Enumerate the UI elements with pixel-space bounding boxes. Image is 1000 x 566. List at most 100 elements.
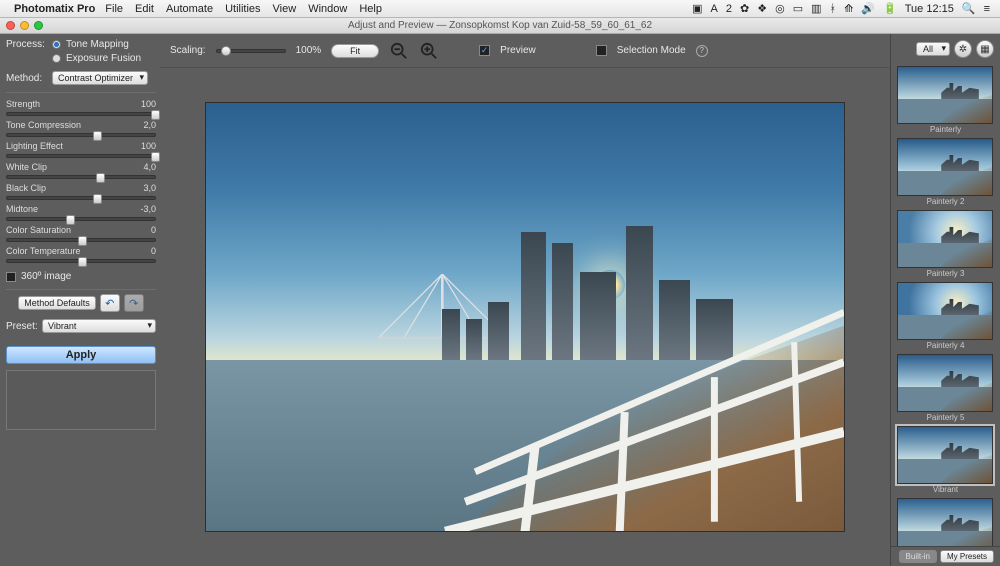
preset-thumb-label: Painterly 4 [897,341,994,350]
slider-value: 2,0 [143,120,156,130]
preset-dropdown[interactable]: Vibrant [42,319,156,333]
status-icon: ▣ [692,2,702,15]
tab-my-presets[interactable]: My Presets [940,550,994,563]
scaling-slider[interactable] [216,49,286,53]
window-title: Adjust and Preview — Zonsopkomst Kop van… [0,20,1000,31]
zoom-in-button[interactable] [419,41,439,61]
status-icon: 2 [726,3,732,15]
preset-thumb[interactable] [897,66,993,124]
preset-thumb[interactable] [897,426,993,484]
status-icon: ❖ [757,2,767,15]
preset-thumb[interactable] [897,210,993,268]
menu-file[interactable]: File [105,3,123,15]
slider-label: Black Clip [6,183,46,193]
apply-button[interactable]: Apply [6,346,156,364]
preview-image[interactable] [205,102,845,532]
slider-label: White Clip [6,162,47,172]
selection-mode-checkbox[interactable]: ✓ [596,45,607,56]
spotlight-icon[interactable]: 🔍 [962,2,976,15]
slider-label: Tone Compression [6,120,81,130]
slider-value: 4,0 [143,162,156,172]
method-defaults-button[interactable]: Method Defaults [18,296,96,310]
menu-window[interactable]: Window [308,3,347,15]
radio-exposure-fusion[interactable] [52,54,61,63]
scaling-value: 100% [296,45,322,56]
menu-edit[interactable]: Edit [135,3,154,15]
method-label: Method: [6,73,52,84]
slider-color temperature[interactable] [6,259,156,263]
preset-thumbnails: Painterly Painterly 2 Painterly 3 Painterly… [891,64,1000,546]
status-icon: ✿ [740,2,749,15]
menu-automate[interactable]: Automate [166,3,213,15]
slider-label: Lighting Effect [6,141,63,151]
menu-extra-icon[interactable]: ≡ [984,3,990,15]
info-box [6,370,156,430]
status-icon: ▥ [811,2,821,15]
menu-view[interactable]: View [273,3,297,15]
help-icon[interactable]: ? [696,45,708,57]
preset-thumb[interactable] [897,498,993,546]
preview-checkbox[interactable]: ✓ [479,45,490,56]
close-button[interactable] [6,21,15,30]
preset-thumb[interactable] [897,138,993,196]
slider-label: Midtone [6,204,38,214]
preset-thumb-label: Painterly 2 [897,197,994,206]
slider-color saturation[interactable] [6,238,156,242]
presets-panel: All ✲ ▦ PainterlyPainterly 2Painterly 3P… [890,34,1000,566]
radio-tone-mapping-label[interactable]: Tone Mapping [66,39,129,50]
wifi-icon: ⟰ [844,2,853,15]
minimize-button[interactable] [20,21,29,30]
tab-builtin[interactable]: Built-in [899,550,937,563]
battery-icon: 🔋 [883,2,897,15]
preset-thumb-label: Vibrant [897,485,994,494]
undo-button[interactable]: ↶ [100,294,120,312]
clock: Tue 12:15 [905,3,954,15]
preset-refresh-button[interactable]: ✲ [954,40,972,58]
slider-tone compression[interactable] [6,133,156,137]
slider-value: 0 [151,225,156,235]
slider-midtone[interactable] [6,217,156,221]
slider-value: 100 [141,99,156,109]
status-icon: A [711,3,718,15]
preview-checkbox-label[interactable]: Preview [500,45,536,56]
checkbox-360-label[interactable]: 360º image [21,271,71,282]
slider-value: -3,0 [140,204,156,214]
preview-toolbar: Scaling: 100% Fit ✓ Preview ✓ Selection … [160,34,890,68]
slider-black clip[interactable] [6,196,156,200]
settings-panel: Process: Tone Mapping Exposure Fusion Me… [0,34,160,566]
slider-white clip[interactable] [6,175,156,179]
preset-thumb-label: Painterly [897,125,994,134]
preset-label: Preset: [6,321,42,332]
slider-value: 0 [151,246,156,256]
zoom-button[interactable] [34,21,43,30]
slider-value: 100 [141,141,156,151]
preset-thumb-label: Painterly 5 [897,413,994,422]
railing-overlay [206,103,844,532]
slider-lighting effect[interactable] [6,154,156,158]
menu-help[interactable]: Help [359,3,382,15]
menu-utilities[interactable]: Utilities [225,3,260,15]
window-titlebar: Adjust and Preview — Zonsopkomst Kop van… [0,18,1000,34]
redo-button[interactable]: ↷ [124,294,144,312]
method-dropdown[interactable]: Contrast Optimizer [52,71,148,85]
macos-menubar: Photomatix Pro File Edit Automate Utilit… [0,0,1000,18]
preset-thumb[interactable] [897,354,993,412]
window-controls [0,21,43,30]
radio-tone-mapping[interactable] [52,40,61,49]
radio-exposure-fusion-label[interactable]: Exposure Fusion [66,53,141,64]
preview-area: Scaling: 100% Fit ✓ Preview ✓ Selection … [160,34,890,566]
process-label: Process: [6,39,52,50]
slider-label: Color Saturation [6,225,71,235]
checkbox-360[interactable] [6,272,16,282]
preset-filter-dropdown[interactable]: All [916,42,950,56]
preset-thumb[interactable] [897,282,993,340]
slider-strength[interactable] [6,112,156,116]
fit-button[interactable]: Fit [331,44,379,58]
app-name[interactable]: Photomatix Pro [14,3,95,15]
slider-label: Strength [6,99,40,109]
zoom-out-button[interactable] [389,41,409,61]
bluetooth-icon: ᚼ [830,3,837,15]
preset-grid-button[interactable]: ▦ [976,40,994,58]
preset-thumb-label: Painterly 3 [897,269,994,278]
selection-mode-label[interactable]: Selection Mode [617,45,686,56]
